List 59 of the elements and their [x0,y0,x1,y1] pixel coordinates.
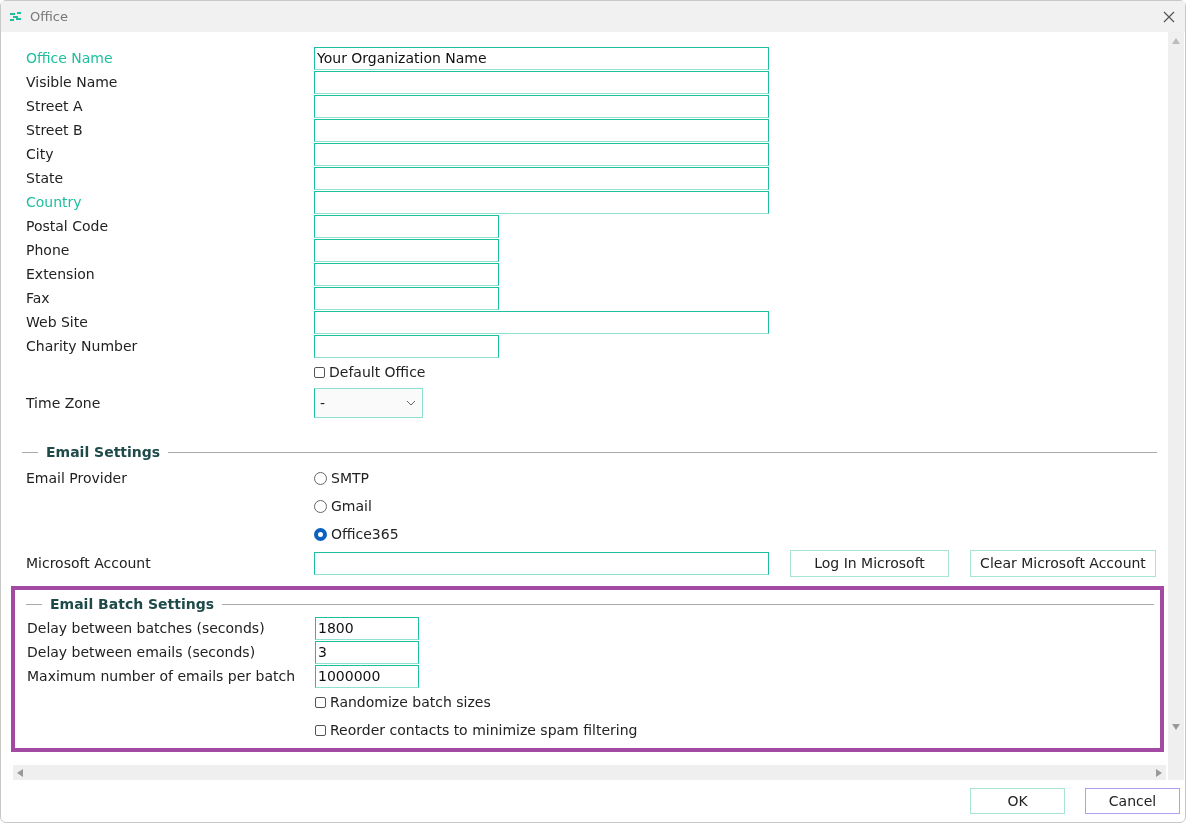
field-label: Postal Code [26,218,110,234]
log-in-button[interactable]: Log In Microsoft [790,549,949,577]
text-field[interactable] [314,94,769,118]
text-field[interactable] [314,262,499,286]
time-zone-dropdown[interactable]: - [314,388,423,418]
close-icon[interactable] [1163,10,1175,23]
scroll-left-icon[interactable] [17,768,23,777]
field-label: City [26,146,55,162]
provider-radio[interactable]: SMTP [314,470,1168,486]
field-label: Email Provider [26,470,128,486]
text-field[interactable] [314,238,499,262]
field-label: Visible Name [26,74,119,90]
text-field[interactable] [314,286,499,310]
text-field[interactable] [314,214,499,238]
field-label: Country [26,194,83,210]
field-label: Microsoft Account [26,555,152,571]
field-label: Street B [26,122,84,138]
field-label: Street A [26,98,84,114]
chevron-down-icon [406,400,416,406]
microsoft-account-field[interactable] [314,551,769,575]
field-label: Phone [26,242,71,258]
field-label: Extension [26,266,96,282]
text-field[interactable] [314,334,499,358]
field-label: Delay between batches (seconds) [27,620,266,636]
provider-radio[interactable]: Gmail [314,498,1168,514]
number-field[interactable]: 3 [315,640,419,664]
field-label: Fax [26,290,51,306]
scroll-up-icon[interactable] [1172,38,1180,44]
section-title: Email Settings [46,444,161,460]
option-checkbox[interactable]: Reorder contacts to minimize spam filtering [315,722,1160,738]
text-field[interactable] [314,190,769,214]
app-logo-icon [9,11,22,22]
field-label: Time Zone [26,395,102,411]
field-label: State [26,170,65,186]
text-field[interactable]: Your Organization Name [314,46,769,70]
horizontal-scrollbar[interactable] [13,765,1166,780]
clear-account-button[interactable]: Clear Microsoft Account [970,549,1156,577]
section-title: Email Batch Settings [50,596,215,612]
dialog-button[interactable]: OK [970,788,1065,814]
dialog-button[interactable]: Cancel [1085,788,1180,814]
default-office-checkbox[interactable]: Default Office [314,364,1168,380]
field-label: Office Name [26,50,114,66]
provider-radio[interactable]: Office365 [314,526,1168,542]
number-field[interactable]: 1800 [315,616,419,640]
window-title: Office [30,9,69,24]
text-field[interactable] [314,118,769,142]
text-field[interactable] [314,142,769,166]
scroll-down-icon[interactable] [1172,724,1180,730]
text-field[interactable] [314,310,769,334]
number-field[interactable]: 1000000 [315,664,419,688]
option-checkbox[interactable]: Randomize batch sizes [315,694,1160,710]
text-field[interactable] [314,70,769,94]
field-label: Web Site [26,314,89,330]
field-label: Charity Number [26,338,139,354]
vertical-scrollbar[interactable] [1168,32,1184,780]
scroll-right-icon[interactable] [1156,768,1162,777]
field-label: Maximum number of emails per batch [27,668,297,684]
text-field[interactable] [314,166,769,190]
field-label: Delay between emails (seconds) [27,644,257,660]
